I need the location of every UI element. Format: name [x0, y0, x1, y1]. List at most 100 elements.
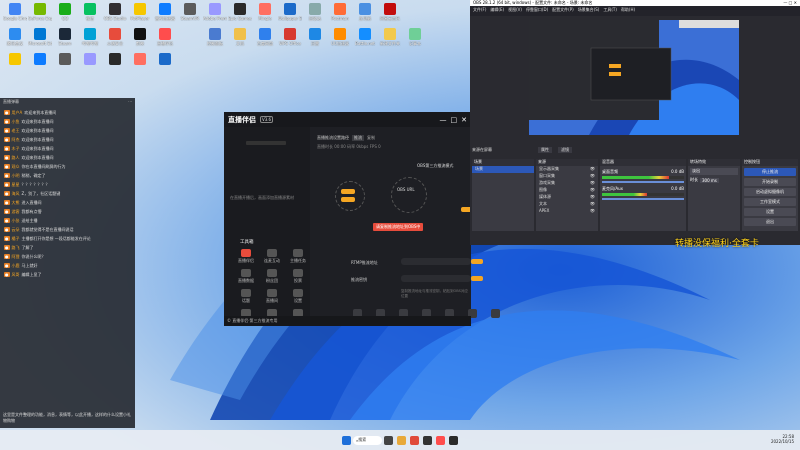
desktop-icon[interactable]: 火绒安全 — [103, 28, 127, 47]
desktop-icon[interactable]: Postman — [328, 3, 352, 21]
path-button[interactable]: 推流 — [352, 135, 364, 141]
desktop-icon[interactable]: 腾讯会议 — [3, 28, 27, 47]
desktop-icon[interactable]: Google Chrome — [3, 3, 27, 21]
obs-menu-item[interactable]: 工具(T) — [603, 7, 617, 15]
desktop-icon[interactable] — [153, 53, 177, 66]
desktop-icon[interactable]: 直播伴侣 — [153, 28, 177, 47]
desktop-icon[interactable]: 剪映 — [128, 28, 152, 47]
eye-icon[interactable]: 👁 — [590, 187, 595, 194]
desktop-icon[interactable] — [3, 53, 27, 66]
chat-username[interactable]: 老王 — [12, 128, 20, 134]
transition-select[interactable]: 淡出 — [690, 168, 738, 175]
desktop-icon[interactable]: 控制面板 — [203, 28, 227, 47]
obs-menu-item[interactable]: 视图(V) — [508, 7, 522, 15]
chat-username[interactable]: 游客 — [12, 209, 20, 215]
live-app-taskbar-icon[interactable] — [436, 435, 445, 445]
obs-menu-item[interactable]: 配置文件(P) — [552, 7, 574, 15]
desktop-icon[interactable] — [103, 53, 127, 66]
chat-username[interactable]: 海风 — [12, 191, 20, 197]
chat-username[interactable]: 小鱼 — [12, 119, 20, 125]
desktop-icon[interactable]: GeForce Experience — [28, 3, 52, 21]
toolbar-icon[interactable] — [491, 309, 500, 318]
chat-username[interactable]: 风哥 — [12, 272, 20, 278]
version-badge[interactable]: V3.6 — [260, 116, 274, 123]
tool-item[interactable]: 话题 — [236, 289, 256, 304]
chat-menu-icon[interactable]: ⋯ — [128, 99, 132, 107]
chat-username[interactable]: 小明 — [12, 173, 20, 179]
chat-username[interactable]: 用户A — [12, 110, 23, 116]
chat-username[interactable]: 小张 — [12, 218, 20, 224]
chat-username[interactable]: 星星 — [12, 182, 20, 188]
desktop-icon[interactable]: SteamVR — [178, 3, 202, 21]
chat-username[interactable]: 大熊 — [12, 200, 20, 206]
search-box[interactable]: ⌕ 搜索 — [353, 435, 382, 445]
tool-item[interactable]: 设置 — [288, 289, 308, 304]
desktop-icon[interactable]: UU加速器 — [328, 28, 352, 47]
source-item[interactable]: APEX 👁 — [536, 208, 598, 215]
copy-rtmp-button[interactable] — [471, 259, 483, 264]
chat-username[interactable]: 小鹿 — [12, 263, 20, 269]
desktop-icon[interactable]: WPS Office — [278, 28, 302, 46]
file-explorer-icon[interactable] — [397, 435, 406, 445]
tool-item[interactable]: 直播数据 — [236, 269, 256, 284]
chat-username[interactable]: 路飞 — [12, 245, 20, 251]
taskbar-clock[interactable]: 22:58 2022/10/15 — [771, 434, 794, 444]
desktop-icon[interactable]: 此电脑 — [353, 3, 377, 22]
desktop-icon[interactable]: Microsoft Edge — [28, 28, 52, 46]
source-item[interactable]: 图像 👁 — [536, 187, 598, 194]
source-item[interactable]: 游戏采集 👁 — [536, 180, 598, 187]
maximize-icon[interactable]: □ — [451, 116, 458, 124]
task-view-icon[interactable] — [384, 435, 393, 445]
obs-control-button[interactable]: 停止推流 — [744, 168, 796, 176]
desktop-icon[interactable] — [78, 53, 102, 66]
obs-control-button[interactable]: 启动虚拟摄像机 — [744, 188, 796, 196]
eye-icon[interactable]: 👁 — [590, 201, 595, 208]
eye-icon[interactable]: 👁 — [590, 173, 595, 180]
obs-menu-item[interactable]: 编辑(E) — [490, 7, 504, 15]
start-icon[interactable] — [342, 435, 351, 445]
obs-control-button[interactable]: 设置 — [744, 208, 796, 216]
obs-preview[interactable] — [529, 20, 739, 135]
chat-username[interactable]: 木子 — [12, 146, 20, 152]
source-item[interactable]: 显示器采集 👁 — [536, 166, 598, 173]
path-copy[interactable]: 复制 — [367, 135, 375, 141]
obs-control-button[interactable]: 开始录制 — [744, 178, 796, 186]
tool-item[interactable]: 直播间 — [262, 289, 282, 304]
chat-username[interactable]: 云朵 — [12, 227, 20, 233]
chat-username[interactable]: 阿狸 — [12, 254, 20, 260]
desktop-icon[interactable]: Wallpaper Engine — [278, 3, 302, 21]
tool-item[interactable]: 直播伴侣 — [236, 249, 256, 264]
obs-control-button[interactable]: 退出 — [744, 218, 796, 226]
volume-slider[interactable] — [602, 181, 684, 183]
minimize-icon[interactable]: — — [440, 116, 447, 124]
obs-control-button[interactable]: 工作室模式 — [744, 198, 796, 206]
desktop-icon[interactable]: PotPlayer — [128, 3, 152, 21]
desktop-icon[interactable] — [28, 53, 52, 66]
source-item[interactable]: 文本 👁 — [536, 201, 598, 208]
source-item[interactable]: 窗口采集 👁 — [536, 173, 598, 180]
desktop-icon[interactable]: 微信 — [78, 3, 102, 22]
close-icon[interactable]: ✕ — [461, 116, 467, 124]
desktop-icon[interactable]: Mingle — [253, 3, 277, 21]
chat-username[interactable]: 阿杰 — [12, 137, 20, 143]
chat-username[interactable]: 观众 — [12, 164, 20, 170]
desktop-icon[interactable] — [53, 53, 77, 66]
source-item[interactable]: 媒体源 👁 — [536, 194, 598, 201]
volume-slider[interactable] — [602, 198, 684, 200]
chat-username[interactable]: 路人 — [12, 155, 20, 161]
props-button[interactable]: 属性 — [538, 147, 552, 153]
eye-icon[interactable]: 👁 — [590, 166, 595, 173]
desktop-icon[interactable]: 网易云音乐 — [378, 3, 402, 22]
tool-item[interactable]: 粉丝团 — [262, 269, 282, 284]
tool-item[interactable]: 主播任务 — [288, 249, 308, 264]
desktop-icon[interactable]: Epic Games — [228, 3, 252, 21]
desktop-icon[interactable] — [128, 53, 152, 66]
duration-input[interactable]: 300 ms — [700, 177, 719, 183]
desktop-icon[interactable]: 回收站 — [303, 3, 327, 22]
chat-username[interactable]: 橘子 — [12, 236, 20, 242]
desktop-icon[interactable]: Adobe Premiere — [203, 3, 227, 21]
desktop-icon[interactable]: Battle.net — [353, 28, 377, 46]
desktop-icon[interactable]: OBS Studio — [103, 3, 127, 21]
desktop-icon[interactable]: 新建文件夹 — [378, 28, 402, 47]
desktop-icon[interactable]: QQ — [53, 3, 77, 21]
